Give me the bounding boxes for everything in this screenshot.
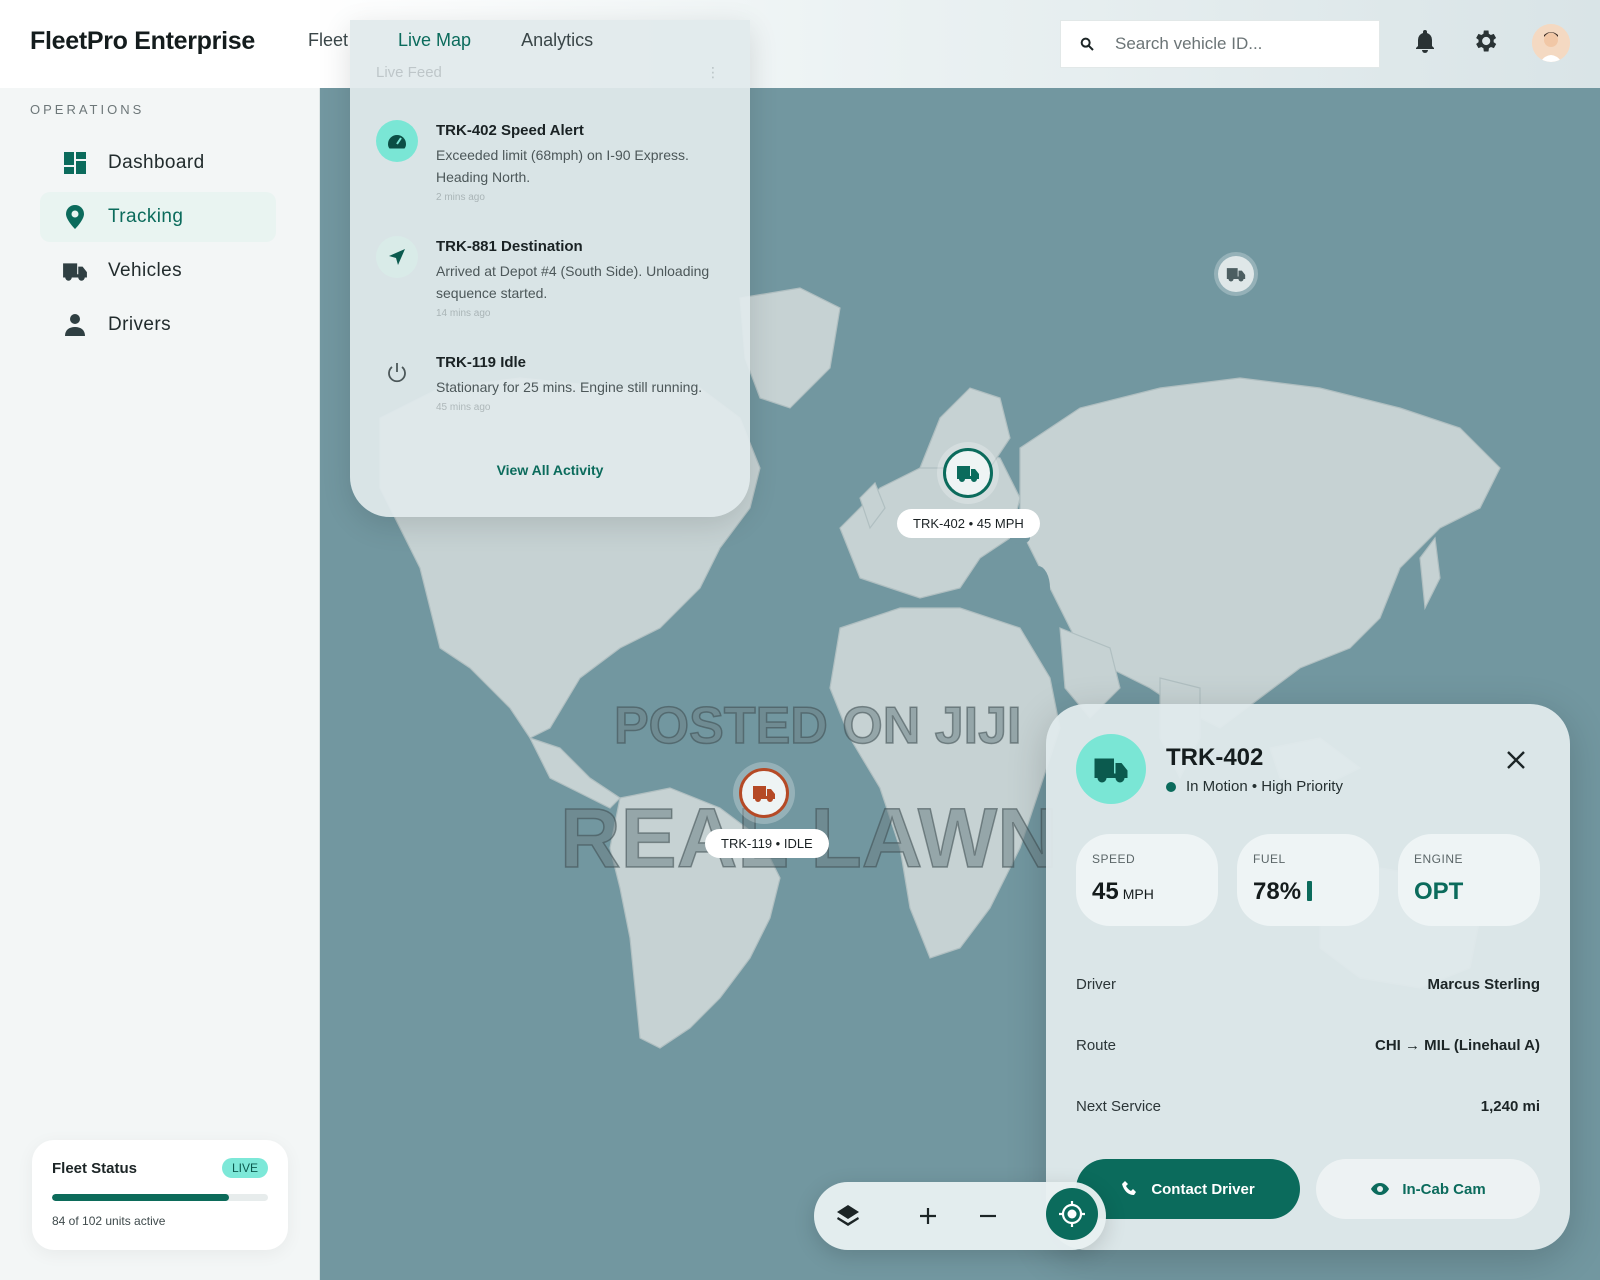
feed-item-time: 45 mins ago	[436, 402, 491, 413]
info-row-route: Route CHI → MIL (Linehaul A)	[1076, 1037, 1540, 1054]
sidebar-item-label: Dashboard	[108, 152, 205, 173]
truck-icon	[1076, 734, 1146, 804]
search-icon	[1080, 37, 1094, 51]
fleet-progress-fill	[52, 1194, 230, 1201]
vehicle-detail-panel: TRK-402 In Motion • High Priority SPEED …	[1046, 704, 1570, 1250]
crosshair-icon	[1059, 1201, 1085, 1227]
minus-icon	[980, 1214, 996, 1218]
info-value: 1,240 mi	[1480, 1098, 1540, 1115]
feed-item-text: Exceeded limit (68mph) on I-90 Express. …	[436, 147, 689, 185]
close-icon	[1507, 751, 1525, 769]
power-icon	[376, 352, 418, 394]
bell-icon	[1416, 30, 1434, 53]
view-all-activity-link[interactable]: View All Activity	[350, 462, 750, 478]
info-value: Marcus Sterling	[1427, 976, 1540, 993]
fleet-status-card: Fleet Status LIVE 84 of 102 units active	[32, 1140, 288, 1250]
stat-value: 78%	[1253, 878, 1313, 906]
phone-icon	[1122, 1181, 1137, 1195]
search-box[interactable]	[1060, 20, 1380, 68]
sidebar-item-dashboard[interactable]: Dashboard	[40, 138, 276, 188]
feed-item-title: TRK-119 Idle	[436, 354, 527, 371]
info-label: Next Service	[1076, 1098, 1162, 1115]
sidebar-item-label: Vehicles	[108, 260, 182, 281]
info-row-next-service: Next Service 1,240 mi	[1076, 1098, 1540, 1115]
sidebar: OPERATIONS Dashboard Tracking Vehicles D…	[0, 88, 320, 1280]
nav-live-map[interactable]: Live Map	[398, 30, 471, 51]
feed-item-text: Arrived at Depot #4 (South Side). Unload…	[436, 263, 710, 301]
dashboard-icon	[62, 150, 88, 176]
user-avatar-icon	[1532, 24, 1570, 62]
feed-item-title: TRK-881 Destination	[436, 238, 583, 255]
fleet-progress-bar	[52, 1194, 268, 1201]
notifications-button[interactable]	[1410, 26, 1440, 56]
avatar[interactable]	[1532, 24, 1570, 62]
stat-value: OPT	[1414, 878, 1464, 905]
feed-item-time: 14 mins ago	[436, 308, 491, 319]
sidebar-item-label: Drivers	[108, 314, 171, 335]
info-row-driver: Driver Marcus Sterling	[1076, 976, 1540, 993]
stat-label: SPEED	[1092, 852, 1136, 866]
sidebar-item-drivers[interactable]: Drivers	[40, 300, 276, 350]
fuel-level-bar	[1307, 881, 1313, 901]
info-label: Route	[1076, 1037, 1117, 1054]
search-input[interactable]	[1115, 34, 1355, 54]
header: FleetPro Enterprise Fleet Live Map Analy…	[0, 0, 1600, 88]
stat-label: ENGINE	[1414, 852, 1464, 866]
truck-icon	[62, 258, 88, 284]
truck-icon	[753, 786, 775, 802]
feed-item-title: TRK-402 Speed Alert	[436, 122, 584, 139]
gear-icon	[1476, 30, 1497, 52]
brand-logo: FleetPro Enterprise	[30, 27, 255, 55]
settings-button[interactable]	[1470, 26, 1500, 56]
vehicle-marker-unlabeled[interactable]	[1218, 256, 1254, 292]
eye-icon	[1371, 1183, 1390, 1195]
close-button[interactable]	[1502, 746, 1530, 774]
vehicle-marker-trk-402[interactable]	[943, 448, 993, 498]
stat-value: 45 MPH	[1092, 878, 1154, 905]
navigation-arrow-icon	[376, 236, 418, 278]
map-controls	[814, 1182, 1106, 1250]
speedometer-icon	[376, 120, 418, 162]
watermark-line-1: POSTED ON JIJI	[613, 696, 1022, 756]
nav-analytics[interactable]: Analytics	[521, 30, 593, 51]
sidebar-section-label: OPERATIONS	[30, 102, 145, 117]
marker-label-trk-119: TRK-119 • IDLE	[705, 829, 829, 858]
vehicle-id: TRK-402	[1166, 744, 1264, 771]
stat-label: FUEL	[1253, 852, 1286, 866]
locate-me-button[interactable]	[1046, 1188, 1098, 1240]
vehicle-marker-trk-119[interactable]	[739, 768, 789, 818]
truck-icon	[957, 466, 979, 482]
contact-driver-button[interactable]: Contact Driver	[1076, 1159, 1300, 1219]
layers-button[interactable]	[828, 1196, 868, 1236]
status-dot	[1166, 781, 1176, 792]
vehicle-status: In Motion • High Priority	[1166, 778, 1343, 795]
layers-icon	[837, 1205, 859, 1226]
marker-label-trk-402: TRK-402 • 45 MPH	[897, 509, 1040, 538]
in-cab-cam-button[interactable]: In-Cab Cam	[1316, 1159, 1540, 1219]
fleet-status-summary: 84 of 102 units active	[52, 1214, 166, 1228]
main-nav: Fleet Live Map Analytics	[308, 30, 643, 51]
sidebar-item-tracking[interactable]: Tracking	[40, 192, 276, 242]
sidebar-item-label: Tracking	[108, 206, 184, 227]
zoom-in-button[interactable]	[908, 1196, 948, 1236]
sidebar-item-vehicles[interactable]: Vehicles	[40, 246, 276, 296]
live-badge: LIVE	[221, 1158, 268, 1178]
vehicle-status-text: In Motion • High Priority	[1186, 778, 1343, 795]
feed-item-time: 2 mins ago	[436, 192, 485, 203]
plus-icon	[920, 1208, 936, 1224]
nav-fleet[interactable]: Fleet	[308, 30, 348, 51]
live-feed-panel: Live Feed ⋮ TRK-402 Speed Alert Exceeded…	[350, 20, 750, 517]
truck-icon	[1226, 268, 1246, 282]
zoom-out-button[interactable]	[968, 1196, 1008, 1236]
feed-item-text: Stationary for 25 mins. Engine still run…	[436, 379, 703, 395]
stat-speed: SPEED 45 MPH	[1076, 834, 1218, 926]
location-pin-icon	[62, 204, 88, 230]
stat-engine: ENGINE OPT	[1398, 834, 1540, 926]
person-icon	[62, 312, 88, 338]
stat-fuel: FUEL 78%	[1237, 834, 1379, 926]
info-value: CHI → MIL (Linehaul A)	[1375, 1037, 1540, 1054]
info-label: Driver	[1076, 976, 1116, 993]
